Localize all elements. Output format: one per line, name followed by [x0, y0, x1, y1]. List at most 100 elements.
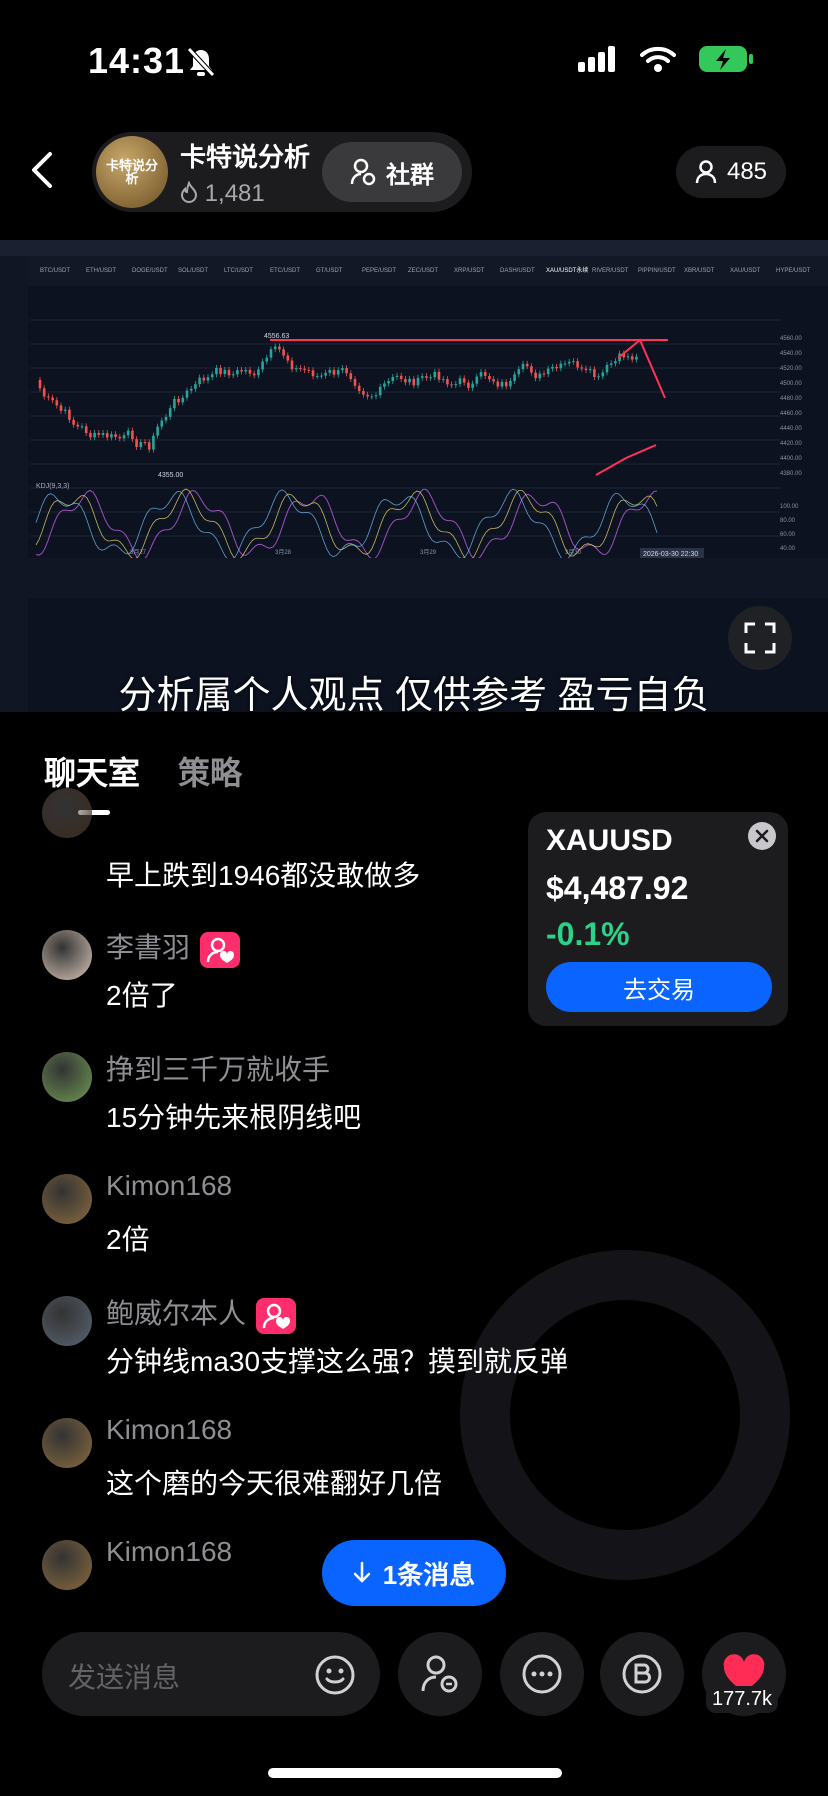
message-username[interactable]: 李書羽	[106, 926, 241, 968]
message-input[interactable]: 发送消息	[42, 1632, 380, 1716]
candle-body	[559, 363, 563, 369]
candle-body	[63, 409, 67, 411]
new-messages-label: 1条消息	[382, 1559, 476, 1590]
candle-body	[588, 369, 592, 371]
candle-body	[76, 424, 80, 427]
candle-body	[576, 361, 579, 368]
candle-body	[534, 372, 537, 379]
community-button[interactable]: 社群	[322, 142, 462, 202]
candle-body	[168, 408, 172, 417]
candle-body	[147, 442, 151, 450]
coin-button[interactable]	[600, 1632, 684, 1716]
candle-body	[185, 390, 189, 398]
candle-body	[362, 391, 365, 395]
back-chevron-icon[interactable]	[28, 150, 56, 190]
chart-timestamp: 2026-03-30 22:30	[643, 551, 698, 558]
candle-body	[227, 369, 231, 376]
new-messages-button[interactable]: 1条消息	[322, 1540, 506, 1606]
candle-body	[110, 434, 113, 438]
price-tick-label: 4480.00	[780, 396, 802, 402]
candle-body	[429, 377, 432, 379]
ticker-label: RIVER/USDT	[592, 268, 629, 274]
fullscreen-button[interactable]	[728, 606, 792, 670]
candle-body	[328, 370, 332, 373]
message-username[interactable]: Kimon168	[106, 1536, 232, 1568]
ticker-label: PIPPIN/USDT	[638, 268, 676, 274]
candle-body	[189, 388, 193, 391]
tab-strategy[interactable]: 策略	[178, 748, 242, 794]
message-username[interactable]: 鲍威尔本人	[106, 1292, 297, 1334]
message-text: 2倍	[106, 1224, 150, 1255]
avatar[interactable]	[42, 930, 92, 980]
avatar[interactable]	[42, 1052, 92, 1102]
candle-body	[257, 369, 260, 376]
candle-body	[320, 375, 323, 377]
more-button[interactable]	[500, 1632, 584, 1716]
price-tick-label: 4560.00	[780, 336, 802, 342]
emoji-icon[interactable]	[314, 1654, 356, 1696]
invite-button[interactable]	[398, 1632, 482, 1716]
fan-badge-icon	[200, 931, 241, 968]
candle-body	[420, 376, 424, 378]
candle-body	[563, 363, 567, 365]
candle-body	[273, 346, 277, 350]
candle-body	[492, 379, 495, 382]
candle-body	[324, 372, 327, 376]
candle-body	[530, 366, 533, 373]
candle-body	[416, 377, 420, 386]
avatar[interactable]	[42, 788, 92, 838]
price-tick-label: 4500.00	[780, 381, 802, 387]
candle-body	[509, 380, 512, 387]
avatar[interactable]	[42, 1540, 92, 1590]
candle-body	[223, 369, 227, 375]
trade-button[interactable]: 去交易	[546, 962, 772, 1012]
avatar[interactable]	[42, 1174, 92, 1224]
bell-mute-icon	[187, 47, 215, 77]
avatar[interactable]	[42, 1418, 92, 1468]
message-username[interactable]: Kimon168	[106, 1414, 232, 1446]
message-text: 15分钟先来根阴线吧	[106, 1102, 362, 1133]
candle-body	[164, 416, 168, 421]
candle-body	[290, 360, 294, 370]
tab-chatroom[interactable]: 聊天室	[44, 748, 140, 794]
message-username[interactable]: Kimon168	[106, 1170, 232, 1202]
candle-body	[231, 374, 235, 376]
message-text: 这个磨的今天很难翻好几倍	[106, 1468, 443, 1499]
candle-body	[450, 384, 453, 386]
candle-body	[366, 394, 369, 397]
close-button[interactable]	[748, 822, 776, 850]
candle-body	[483, 372, 487, 376]
battery-charging-icon	[699, 46, 753, 72]
message-username[interactable]: 挣到三千万就收手	[106, 1048, 330, 1088]
candle-body	[160, 420, 164, 427]
candle-body	[105, 433, 109, 438]
candle-body	[173, 398, 176, 409]
quote-price: $4,487.92	[546, 870, 689, 906]
candle-body	[555, 366, 558, 369]
viewer-count-button[interactable]: 485	[676, 146, 786, 198]
quote-change: -0.1%	[546, 916, 630, 952]
candle-body	[206, 377, 210, 381]
price-tick-label: 4440.00	[780, 426, 802, 432]
candle-body	[580, 367, 584, 369]
candle-body	[601, 372, 605, 377]
candle-body	[219, 367, 222, 375]
community-icon	[350, 158, 376, 186]
ticker-label: HYPE/USDT	[776, 268, 811, 274]
channel-name: 卡特说分析	[180, 141, 311, 172]
candle-body	[475, 376, 479, 384]
candle-body	[282, 349, 285, 356]
avatar[interactable]	[42, 1296, 92, 1346]
candle-body	[332, 370, 336, 375]
live-video[interactable]: BTC/USDT ETH/USDT DOGE/USDT SOL/USDT LTC/USD…	[0, 240, 828, 712]
candle-body	[72, 419, 75, 425]
ticker-label: ZEC/USDT	[408, 268, 438, 274]
ticker-label: GT/USDT	[316, 268, 343, 274]
candle-body	[525, 363, 529, 367]
high-marker: 4556.63	[264, 333, 289, 340]
quote-card[interactable]: XAUUSD $4,487.92 -0.1% 去交易	[528, 812, 788, 1026]
candle-body	[404, 378, 407, 383]
candle-body	[614, 361, 617, 364]
candle-body	[504, 381, 508, 387]
candle-body	[500, 381, 504, 387]
